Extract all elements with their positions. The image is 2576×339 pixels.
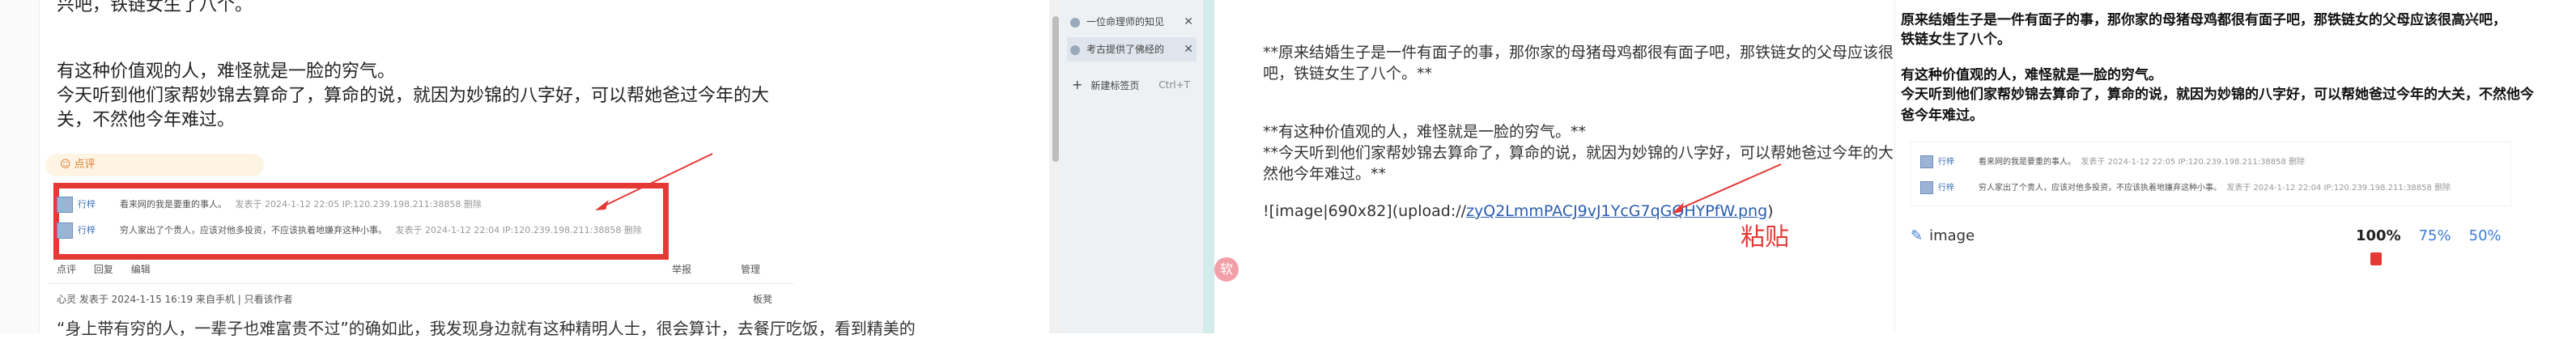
new-tab-shortcut: Ctrl+T: [1158, 79, 1190, 91]
close-icon[interactable]: ✕: [1184, 37, 1193, 61]
tab-label: 考古提供了佛经的: [1086, 44, 1165, 55]
next-post-author: 心灵 发表于 2024-1-15 16:19 来自手机 | 只看该作者: [57, 294, 293, 305]
post-text-line: 关，不然他今年难过。: [57, 110, 236, 130]
editor-line: **原来结婚生子是一件有面子的事，那你家的母猪母鸡都很有面子吧，那铁链女的父母应…: [1263, 44, 1925, 61]
trash-icon[interactable]: [2370, 252, 2382, 265]
avatar[interactable]: [57, 222, 73, 239]
preview-comment-row: 行梓 穷人家出了个贵人，应该对他多投资，不应该执着地嫌弃这种小事。 发表于 202…: [1920, 178, 2503, 199]
side-badge[interactable]: 软: [1214, 257, 1239, 282]
comment-meta: 发表于 2024-1-12 22:05 IP:120.239.198.211:3…: [235, 199, 482, 210]
editor-line: **有这种价值观的人，难怪就是一脸的穷气。**: [1263, 123, 1587, 141]
tab-label: 一位命理师的知见: [1086, 16, 1165, 28]
image-md-prefix: ![image|690x82](upload://: [1263, 202, 1467, 220]
post-text-line: 有这种价值观的人，难怪就是一脸的穷气。: [57, 61, 396, 82]
paste-annotation: 粘贴: [1741, 223, 1789, 252]
comment-text: 穷人家出了个贵人，应该对他多投资，不应该执着地嫌弃这种小事。: [1979, 184, 2221, 193]
action-edit[interactable]: 编辑: [131, 264, 151, 275]
comment-user: 行梓: [1938, 184, 1954, 193]
avatar: [1920, 155, 1933, 168]
post-text-line: 今天听到他们家帮妙锦去算命了，算命的说，就因为妙锦的八字好，可以帮她爸过今年的大: [57, 86, 770, 106]
editor-line: 吧，铁链女生了八个。**: [1263, 65, 1433, 83]
scrollbar-thumb[interactable]: [1052, 16, 1059, 162]
image-alt-label[interactable]: image: [1929, 227, 1975, 244]
preview-line: 爸今年难过。: [1901, 108, 1983, 124]
zoom-100[interactable]: 100%: [2356, 227, 2401, 244]
post-text-line: 兴吧，铁链女生了八个。: [57, 0, 253, 15]
divider: [49, 283, 793, 284]
tab-item-active[interactable]: 考古提供了佛经的 ✕: [1067, 37, 1197, 61]
preview-comment-row: 行梓 看来网的我是要重的事人。 发表于 2024-1-12 22:05 IP:12…: [1920, 152, 2503, 173]
arrow-icon: [595, 153, 713, 210]
plus-icon: +: [1072, 77, 1083, 92]
comment-text: 看来网的我是要重的事人。: [120, 199, 227, 210]
close-icon[interactable]: ✕: [1184, 10, 1193, 34]
comment-user: 行梓: [1938, 158, 1954, 167]
preview-line: 有这种价值观的人，难怪就是一脸的穷气。: [1901, 67, 2162, 83]
comment-text: 穷人家出了个贵人，应该对他多投资，不应该执着地嫌弃这种小事。: [120, 225, 387, 235]
editor-line: **今天听到他们家帮妙锦去算命了，算命的说，就因为妙锦的八字好，可以帮她爸过今年…: [1263, 144, 1941, 162]
zoom-75[interactable]: 75%: [2419, 227, 2451, 244]
rate-bar[interactable]: ☺ 点评: [45, 154, 264, 176]
action-report[interactable]: 举报: [672, 259, 691, 280]
image-toolbar: ✎ image 100% 75% 50%: [1911, 225, 2526, 265]
new-tab-button[interactable]: + 新建标签页 Ctrl+T: [1067, 73, 1197, 97]
comment-meta: 发表于 2024-1-12 22:05 IP:120.239.198.211:3…: [2081, 158, 2306, 167]
pencil-icon[interactable]: ✎: [1911, 227, 1923, 244]
floor-label: 板凳: [753, 294, 773, 305]
comment-row: 行梓 看来网的我是要重的事人。 发表于 2024-1-12 22:05 IP:12…: [57, 194, 656, 215]
avatar[interactable]: [57, 197, 73, 213]
preview-line: 今天听到他们家帮妙锦去算命了，算命的说，就因为妙锦的八字好，可以帮她爸过今年的大…: [1901, 87, 2534, 103]
favicon-icon: [1070, 44, 1080, 55]
next-post-text: “身上带有穷的人，一辈子也难富贵不过”的确如此，我发现身边就有这种精明人士，很会…: [57, 319, 916, 338]
avatar: [1920, 181, 1933, 194]
comment-meta: 发表于 2024-1-12 22:04 IP:120.239.198.211:3…: [2226, 184, 2451, 193]
favicon-icon: [1070, 17, 1080, 28]
action-rate[interactable]: 点评: [57, 264, 76, 275]
comment-text: 看来网的我是要重的事人。: [1979, 158, 2076, 167]
comment-user[interactable]: 行梓: [78, 199, 96, 210]
forum-gutter: [0, 0, 40, 333]
comment-meta: 发表于 2024-1-12 22:04 IP:120.239.198.211:3…: [395, 225, 642, 235]
arrow-icon: [1672, 163, 1782, 214]
panel-gap: [1203, 0, 1214, 333]
zoom-controls: 100% 75% 50%: [2356, 225, 2526, 270]
comment-user[interactable]: 行梓: [78, 225, 96, 235]
tab-item[interactable]: 一位命理师的知见 ✕: [1067, 10, 1197, 34]
preview-line: 铁链女生了八个。: [1901, 32, 2011, 48]
new-tab-label: 新建标签页: [1090, 80, 1140, 91]
editor-line: 然他今年难过。**: [1263, 165, 1387, 183]
preview-line: 原来结婚生子是一件有面子的事，那你家的母猪母鸡都很有面子吧，那铁链女的父母应该很…: [1901, 12, 2506, 28]
next-post-meta: 心灵 发表于 2024-1-15 16:19 来自手机 | 只看该作者 板凳: [57, 290, 785, 309]
action-manage[interactable]: 管理: [741, 259, 760, 280]
zoom-50[interactable]: 50%: [2469, 227, 2502, 244]
action-reply[interactable]: 回复: [94, 264, 113, 275]
post-action-bar: 点评 回复 编辑 举报 管理: [57, 259, 785, 280]
comment-row: 行梓 穷人家出了个贵人，应该对他多投资，不应该执着地嫌弃这种小事。 发表于 202…: [57, 220, 656, 241]
